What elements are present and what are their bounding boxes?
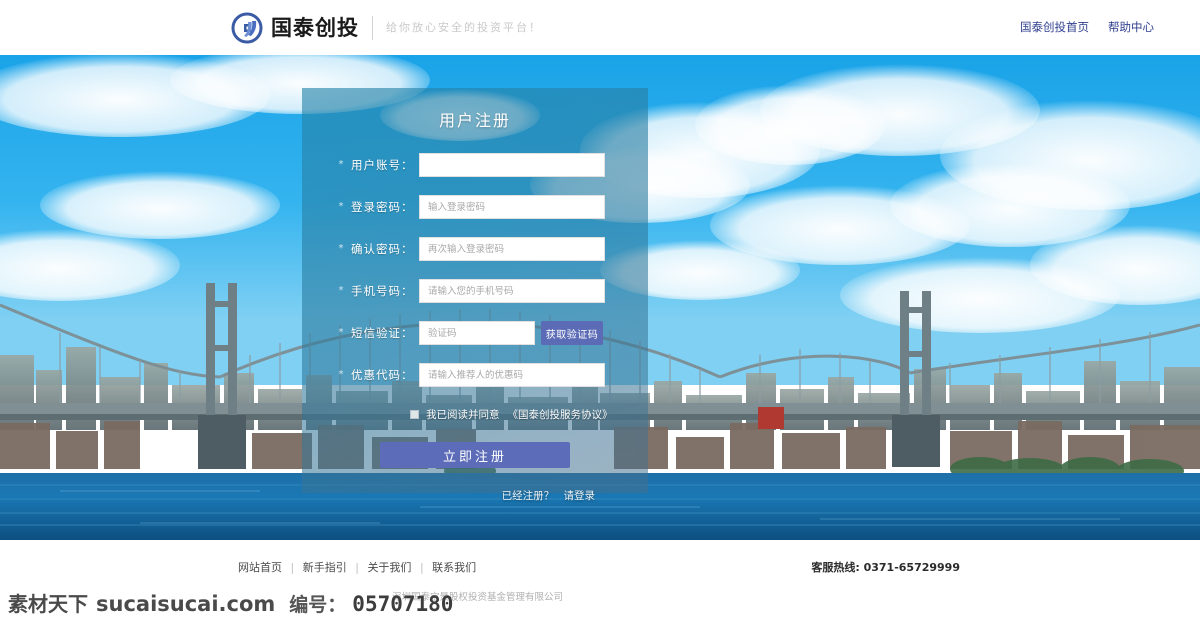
brand-divider <box>372 16 373 40</box>
label-password: 登录密码： <box>351 200 414 214</box>
already-registered-text: 已经注册？ <box>501 490 555 502</box>
confirm-password-input[interactable] <box>419 237 605 261</box>
field-row-username: * 用户账号： <box>302 153 648 177</box>
brand-tagline: 给你放心安全的投资平台！ <box>386 21 542 34</box>
brand-name: 国泰创投 <box>271 16 359 40</box>
phone-input[interactable] <box>419 279 605 303</box>
gt-circle-logo-icon <box>231 12 263 44</box>
page-root: 国泰创投 给你放心安全的投资平台！ 国泰创投首页 帮助中心 用户注册 * 用户账… <box>0 0 1200 625</box>
field-row-password: * 登录密码： <box>302 195 648 219</box>
register-form: * 用户账号： * 登录密码： * 确认密码： * 手机号码： <box>302 153 648 503</box>
required-star: * <box>338 327 344 338</box>
label-promo-code: 优惠代码： <box>351 368 414 382</box>
stock-site-watermark: 素材天下 sucaisucai.com 编号： 05707180 <box>8 588 453 617</box>
footer-link-newbie-guide[interactable]: 新手指引 <box>303 561 347 574</box>
label-confirm-password: 确认密码： <box>351 242 414 256</box>
footer-divider: | <box>290 561 295 574</box>
label-username: 用户账号： <box>351 158 414 172</box>
nav-item-home[interactable]: 国泰创投首页 <box>1020 19 1089 35</box>
watermark-site-name: 素材天下 <box>8 592 88 616</box>
register-panel: 用户注册 * 用户账号： * 登录密码： * 确认密码： * <box>302 88 648 502</box>
agreement-link[interactable]: 《国泰创投服务协议》 <box>508 407 613 422</box>
nav-item-help-center[interactable]: 帮助中心 <box>1108 19 1154 35</box>
login-link[interactable]: 请登录 <box>564 490 596 502</box>
required-star: * <box>338 369 344 380</box>
brand-block[interactable]: 国泰创投 给你放心安全的投资平台！ <box>231 11 542 45</box>
required-star: * <box>338 201 344 212</box>
already-registered-row: 已经注册？ 请登录 <box>302 488 648 503</box>
register-submit-button[interactable]: 立即注册 <box>380 442 570 468</box>
footer-link-about-us[interactable]: 关于我们 <box>367 561 411 574</box>
label-sms-code: 短信验证： <box>351 326 414 340</box>
field-row-confirm-password: * 确认密码： <box>302 237 648 261</box>
promo-code-input[interactable] <box>419 363 605 387</box>
watermark-id-label: 编号： <box>289 594 347 616</box>
hotline-number: 0371-65729999 <box>863 561 960 574</box>
footer-divider: | <box>419 561 424 574</box>
agreement-text: 我已阅读并同意 <box>426 408 500 421</box>
required-star: * <box>338 285 344 296</box>
site-header: 国泰创投 给你放心安全的投资平台！ 国泰创投首页 帮助中心 <box>0 0 1200 55</box>
footer-link-home[interactable]: 网站首页 <box>238 561 282 574</box>
required-star: * <box>338 159 344 170</box>
field-row-promo-code: * 优惠代码： <box>302 363 648 387</box>
get-sms-code-button[interactable]: 获取验证码 <box>541 321 603 345</box>
watermark-id-number: 05707180 <box>352 592 454 616</box>
agreement-row: 我已阅读并同意 《国泰创投服务协议》 <box>410 405 648 423</box>
hotline-label: 客服热线: <box>811 561 860 574</box>
label-phone: 手机号码： <box>351 284 414 298</box>
username-input[interactable] <box>419 153 605 177</box>
sms-code-input[interactable] <box>419 321 535 345</box>
register-title: 用户注册 <box>438 111 511 130</box>
required-star: * <box>338 243 344 254</box>
footer-divider: | <box>355 561 359 574</box>
field-row-phone: * 手机号码： <box>302 279 648 303</box>
footer-link-contact-us[interactable]: 联系我们 <box>432 561 476 574</box>
customer-service-hotline: 客服热线: 0371-65729999 <box>811 559 960 575</box>
password-input[interactable] <box>419 195 605 219</box>
watermark-site-url: sucaisucai.com <box>96 592 276 616</box>
agreement-checkbox[interactable] <box>410 409 419 419</box>
top-navigation: 国泰创投首页 帮助中心 <box>1020 19 1154 35</box>
field-row-sms-code: * 短信验证： 获取验证码 <box>302 321 648 345</box>
footer-links: 网站首页 | 新手指引 | 关于我们 | 联系我们 <box>238 559 476 575</box>
